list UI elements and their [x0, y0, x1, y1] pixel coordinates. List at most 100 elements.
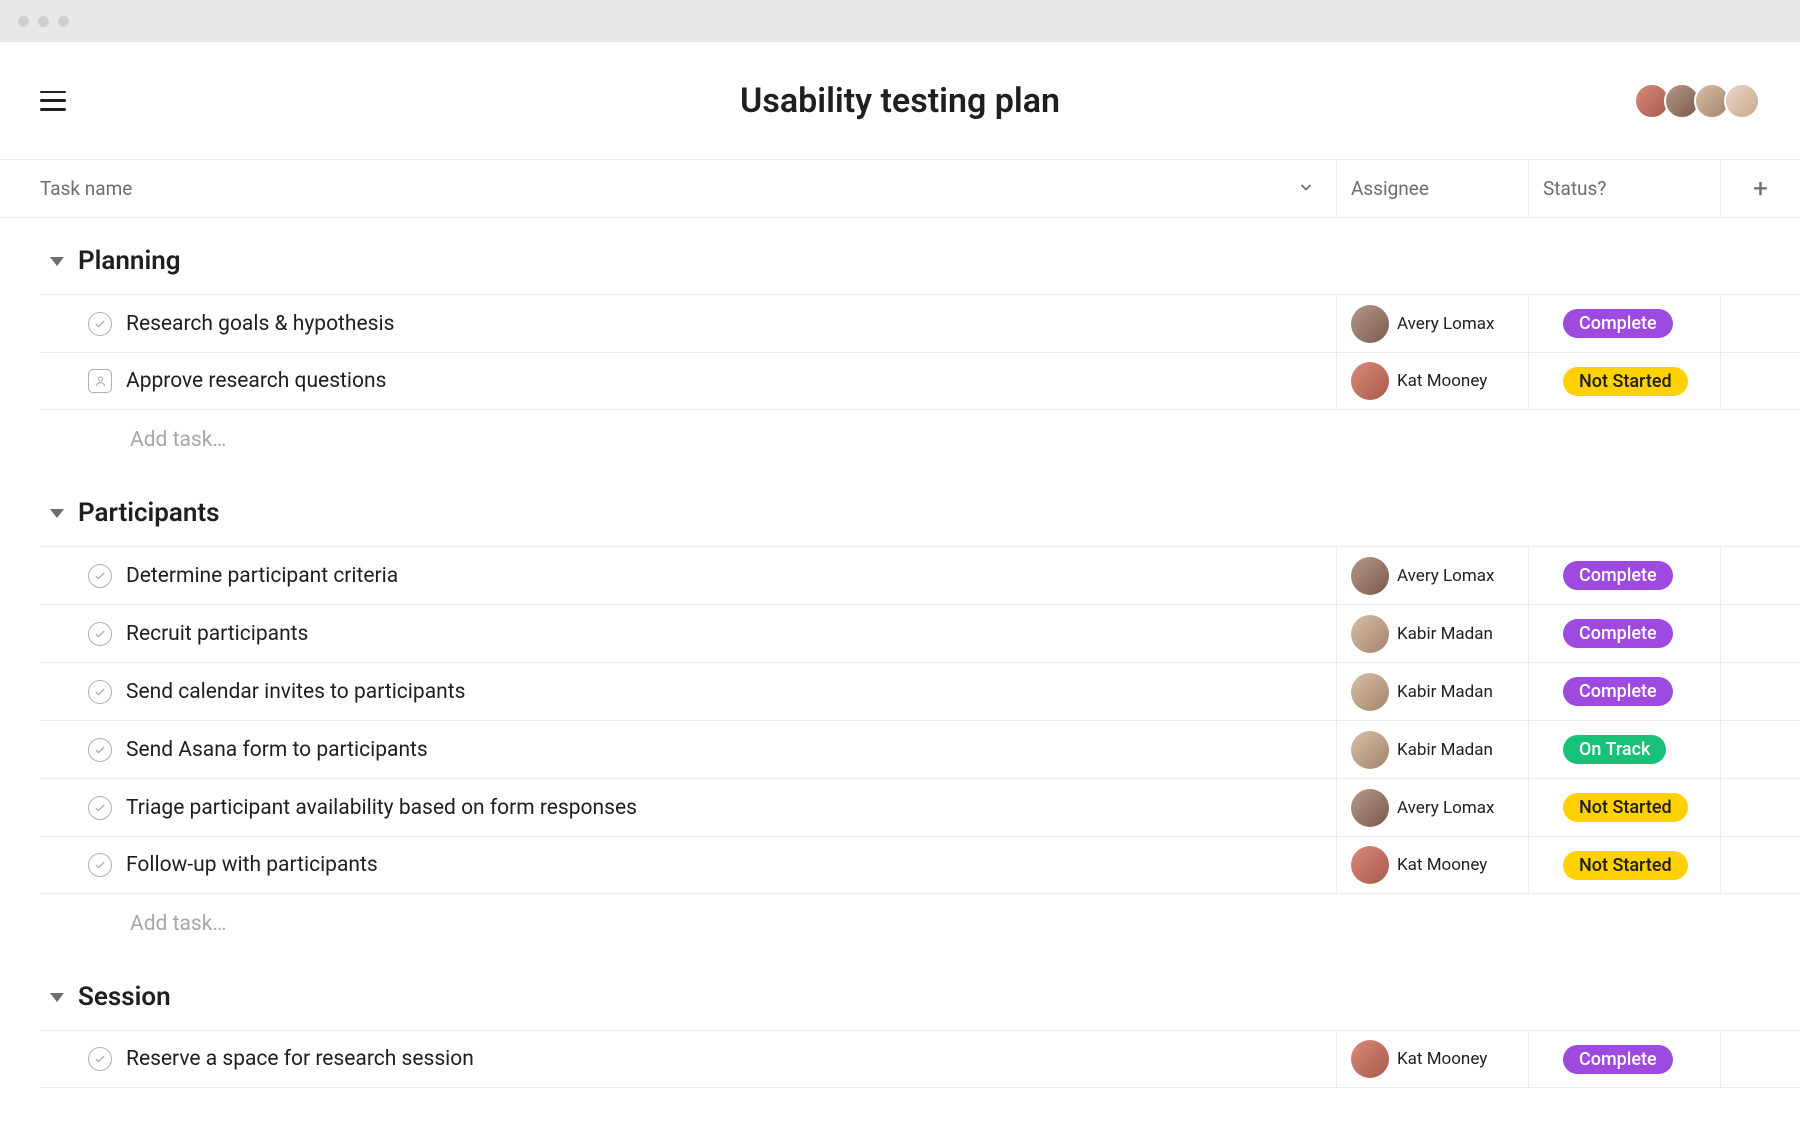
column-headers: Task name Assignee Status? +: [0, 160, 1800, 218]
task-assignee-cell[interactable]: Kat Mooney: [1336, 353, 1528, 409]
complete-check-icon[interactable]: [88, 853, 112, 877]
column-task-name[interactable]: Task name: [40, 160, 1336, 217]
status-badge: Not Started: [1563, 367, 1688, 396]
task-extra-cell: [1720, 353, 1800, 409]
task-assignee-cell[interactable]: Kabir Madan: [1336, 605, 1528, 662]
task-name-cell[interactable]: Research goals & hypothesis: [40, 295, 1336, 352]
task-assignee-cell[interactable]: Kat Mooney: [1336, 837, 1528, 893]
task-name: Follow-up with participants: [126, 853, 378, 877]
triangle-down-icon[interactable]: [50, 509, 64, 518]
column-status-label: Status?: [1543, 177, 1606, 200]
add-task-button[interactable]: Add task…: [40, 410, 1800, 470]
task-status-cell[interactable]: On Track: [1528, 721, 1720, 778]
status-badge: Complete: [1563, 619, 1673, 648]
assignee-avatar: [1351, 615, 1389, 653]
plus-icon: +: [1753, 174, 1768, 204]
task-name: Send calendar invites to participants: [126, 680, 465, 704]
task-row[interactable]: Follow-up with participants Kat Mooney Not…: [40, 836, 1800, 894]
assignee-name: Avery Lomax: [1397, 314, 1494, 334]
assignee-name: Kabir Madan: [1397, 740, 1493, 760]
task-name-cell[interactable]: Follow-up with participants: [40, 837, 1336, 893]
task-name: Triage participant availability based on…: [126, 796, 637, 820]
traffic-light-minimize[interactable]: [38, 16, 49, 27]
complete-check-icon[interactable]: [88, 312, 112, 336]
assignee-avatar: [1351, 846, 1389, 884]
task-name: Determine participant criteria: [126, 564, 398, 588]
task-name-cell[interactable]: Determine participant criteria: [40, 547, 1336, 604]
assignee-avatar: [1351, 305, 1389, 343]
assignee-avatar: [1351, 1040, 1389, 1078]
column-assignee[interactable]: Assignee: [1336, 160, 1528, 217]
task-row[interactable]: Send calendar invites to participants Kab…: [40, 662, 1800, 720]
complete-check-icon[interactable]: [88, 1047, 112, 1071]
section-header[interactable]: Session: [40, 954, 1800, 1030]
task-row[interactable]: Reserve a space for research session Kat …: [40, 1030, 1800, 1088]
traffic-light-close[interactable]: [18, 16, 29, 27]
task-row[interactable]: Determine participant criteria Avery Loma…: [40, 546, 1800, 604]
task-name: Approve research questions: [126, 369, 386, 393]
chevron-down-icon[interactable]: [1298, 177, 1314, 200]
triangle-down-icon[interactable]: [50, 993, 64, 1002]
task-assignee-cell[interactable]: Kabir Madan: [1336, 721, 1528, 778]
task-assignee-cell[interactable]: Avery Lomax: [1336, 547, 1528, 604]
task-row[interactable]: Research goals & hypothesis Avery Lomax Co…: [40, 294, 1800, 352]
task-status-cell[interactable]: Not Started: [1528, 837, 1720, 893]
assignee-avatar: [1351, 731, 1389, 769]
task-assignee-cell[interactable]: Kat Mooney: [1336, 1031, 1528, 1087]
task-extra-cell: [1720, 721, 1800, 778]
task-assignee-cell[interactable]: Avery Lomax: [1336, 779, 1528, 836]
task-name-cell[interactable]: Recruit participants: [40, 605, 1336, 662]
complete-check-icon[interactable]: [88, 796, 112, 820]
assignee-name: Kabir Madan: [1397, 624, 1493, 644]
task-row[interactable]: Approve research questions Kat Mooney Not …: [40, 352, 1800, 410]
status-badge: Not Started: [1563, 793, 1688, 822]
task-status-cell[interactable]: Not Started: [1528, 353, 1720, 409]
assignee-name: Kat Mooney: [1397, 1049, 1487, 1069]
task-name-cell[interactable]: Approve research questions: [40, 353, 1336, 409]
assignee-name: Kabir Madan: [1397, 682, 1493, 702]
task-status-cell[interactable]: Complete: [1528, 547, 1720, 604]
traffic-light-zoom[interactable]: [58, 16, 69, 27]
assignee-avatar: [1351, 362, 1389, 400]
task-name: Send Asana form to participants: [126, 738, 428, 762]
complete-check-icon[interactable]: [88, 564, 112, 588]
add-column-button[interactable]: +: [1720, 160, 1800, 217]
column-status[interactable]: Status?: [1528, 160, 1720, 217]
task-name-cell[interactable]: Triage participant availability based on…: [40, 779, 1336, 836]
status-badge: Complete: [1563, 561, 1673, 590]
task-row[interactable]: Recruit participants Kabir Madan Complete: [40, 604, 1800, 662]
task-name-cell[interactable]: Send calendar invites to participants: [40, 663, 1336, 720]
approval-icon[interactable]: [88, 369, 112, 393]
task-row[interactable]: Send Asana form to participants Kabir Mad…: [40, 720, 1800, 778]
complete-check-icon[interactable]: [88, 738, 112, 762]
task-assignee-cell[interactable]: Avery Lomax: [1336, 295, 1528, 352]
assignee-name: Kat Mooney: [1397, 371, 1487, 391]
task-name: Research goals & hypothesis: [126, 312, 394, 336]
task-extra-cell: [1720, 663, 1800, 720]
project-members[interactable]: [1634, 83, 1760, 119]
complete-check-icon[interactable]: [88, 622, 112, 646]
status-badge: Complete: [1563, 309, 1673, 338]
task-row[interactable]: Triage participant availability based on…: [40, 778, 1800, 836]
task-status-cell[interactable]: Complete: [1528, 295, 1720, 352]
task-status-cell[interactable]: Complete: [1528, 605, 1720, 662]
task-name-cell[interactable]: Reserve a space for research session: [40, 1031, 1336, 1087]
section-title: Planning: [78, 246, 181, 276]
triangle-down-icon[interactable]: [50, 257, 64, 266]
status-badge: Complete: [1563, 1045, 1673, 1074]
section-title: Session: [78, 982, 171, 1012]
add-task-button[interactable]: Add task…: [40, 894, 1800, 954]
hamburger-menu-icon[interactable]: [40, 91, 66, 111]
task-name-cell[interactable]: Send Asana form to participants: [40, 721, 1336, 778]
task-assignee-cell[interactable]: Kabir Madan: [1336, 663, 1528, 720]
task-status-cell[interactable]: Complete: [1528, 663, 1720, 720]
member-avatar[interactable]: [1724, 83, 1760, 119]
section-header[interactable]: Participants: [40, 470, 1800, 546]
task-status-cell[interactable]: Not Started: [1528, 779, 1720, 836]
complete-check-icon[interactable]: [88, 680, 112, 704]
task-extra-cell: [1720, 779, 1800, 836]
assignee-name: Kat Mooney: [1397, 855, 1487, 875]
section-header[interactable]: Planning: [40, 218, 1800, 294]
task-status-cell[interactable]: Complete: [1528, 1031, 1720, 1087]
section-title: Participants: [78, 498, 220, 528]
